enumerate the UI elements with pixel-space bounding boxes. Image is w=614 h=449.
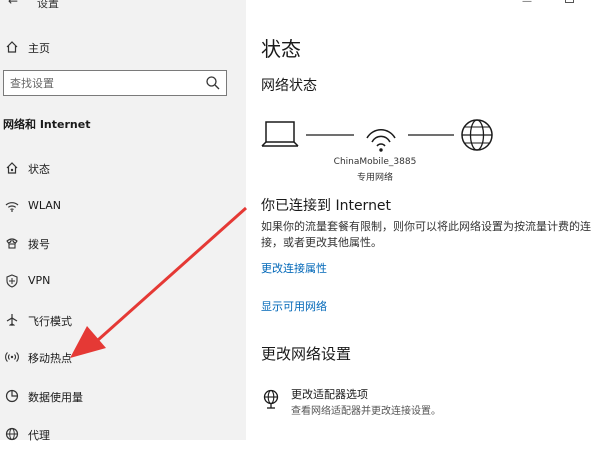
network-status-heading: 网络状态 [261, 78, 317, 94]
airplane-icon [4, 312, 20, 328]
sidebar-item-label: 移动热点 [28, 352, 72, 365]
adapter-option-title: 更改适配器选项 [291, 388, 368, 401]
change-connection-properties-link[interactable]: 更改连接属性 [261, 260, 327, 276]
sidebar-item-vpn[interactable]: VPN [0, 270, 246, 296]
home-icon [4, 39, 20, 55]
sidebar-item-label: 状态 [28, 163, 50, 176]
sidebar-item-home[interactable]: 主页 [0, 36, 246, 60]
laptop-icon [261, 121, 299, 147]
network-diagram [261, 119, 493, 152]
change-network-settings-heading: 更改网络设置 [261, 345, 352, 363]
sidebar-item-label: WLAN [28, 199, 62, 212]
show-available-networks-link[interactable]: 显示可用网络 [261, 298, 327, 314]
section-heading: 网络和 Internet [3, 118, 91, 131]
sidebar-item-label: 数据使用量 [28, 391, 83, 404]
wifi-icon [4, 198, 20, 214]
adapter-option-description: 查看网络适配器并更改连接设置。 [291, 406, 441, 417]
data-usage-icon [4, 388, 20, 404]
sidebar-item-airplane-mode[interactable]: 飞行模式 [0, 309, 246, 335]
sidebar-item-label: VPN [28, 274, 51, 287]
search-icon[interactable] [205, 75, 221, 91]
network-name: ChinaMobile_3885 [333, 157, 417, 167]
maximize-button[interactable] [565, 0, 574, 3]
search-input[interactable] [10, 74, 190, 92]
network-adapter-icon [261, 389, 281, 409]
sidebar-item-proxy[interactable]: 代理 [0, 423, 246, 449]
change-adapter-options[interactable]: 更改适配器选项 查看网络适配器并更改连接设置。 [261, 386, 601, 422]
wifi-signal-icon [366, 129, 396, 152]
home-status-icon [4, 160, 20, 176]
connection-status-title: 你已连接到 Internet [261, 198, 392, 214]
network-type: 专用网络 [356, 173, 393, 183]
sidebar-item-status[interactable]: 状态 [0, 157, 246, 183]
main-content: — 状态 网络状态 ChinaMobile_3885 专用网络 你已连接到 In… [246, 0, 614, 440]
back-arrow-icon[interactable]: ← [8, 0, 18, 8]
hotspot-icon [4, 349, 20, 365]
dialup-icon [4, 235, 20, 251]
window-title: 设置 [37, 0, 59, 10]
sidebar-item-label: 代理 [28, 429, 50, 442]
sidebar-item-wlan[interactable]: WLAN [0, 195, 246, 221]
sidebar-item-mobile-hotspot[interactable]: 移动热点 [0, 346, 246, 372]
sidebar-item-dialup[interactable]: 拨号 [0, 232, 246, 258]
internet-globe-icon [461, 119, 493, 151]
sidebar-item-home-label: 主页 [28, 42, 50, 55]
minimize-button[interactable]: — [522, 0, 532, 7]
connection-status-description: 如果你的流量套餐有限制，则你可以将此网络设置为按流量计费的连接，或者更改其他属性… [261, 220, 591, 249]
settings-sidebar: ← 设置 主页 网络和 Internet 状态 WLAN 拨号 [0, 0, 246, 442]
sidebar-item-label: 飞行模式 [28, 315, 72, 328]
sidebar-item-label: 拨号 [28, 238, 50, 251]
vpn-icon [4, 273, 20, 289]
page-title: 状态 [261, 37, 301, 61]
search-box[interactable] [3, 70, 227, 96]
sidebar-item-data-usage[interactable]: 数据使用量 [0, 385, 246, 411]
